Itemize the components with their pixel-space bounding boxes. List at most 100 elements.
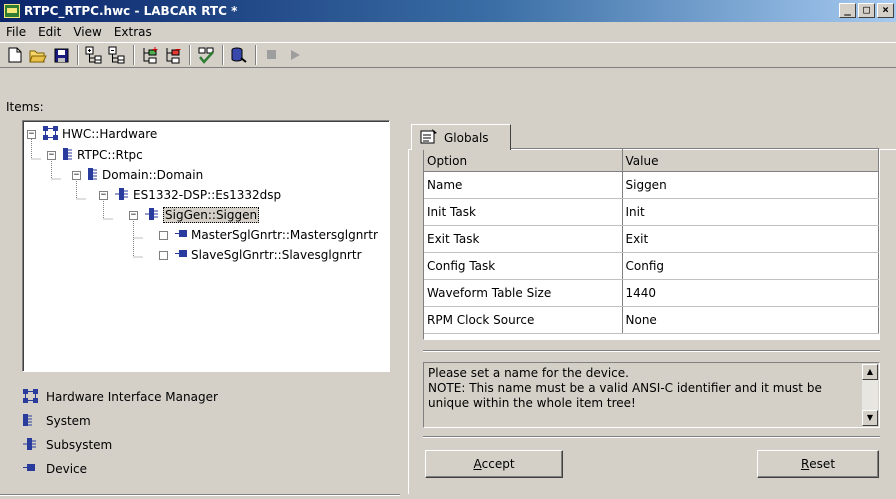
maximize-button[interactable]: □ [858, 3, 875, 18]
menu-edit[interactable]: Edit [38, 25, 61, 39]
value-cell[interactable]: Exit [622, 225, 879, 253]
subsystem-icon [144, 207, 160, 224]
reset-button[interactable]: Reset [757, 450, 879, 478]
accept-button[interactable]: Accept [425, 450, 563, 478]
hardware-icon [22, 388, 40, 407]
value-cell[interactable]: Config [622, 252, 879, 280]
options-grid[interactable]: Option Value Name Siggen Init Task Init … [423, 148, 880, 340]
device-icon [174, 228, 188, 242]
reset-accelerator: R [800, 457, 810, 471]
item-type-legend: Hardware Interface Manager System Subsys… [22, 385, 218, 481]
tree-node-rtpc[interactable]: − RTPC::Rtpc [47, 146, 143, 164]
value-cell[interactable]: Siggen [622, 171, 879, 199]
title-bar: RTPC_RTPC.hwc - LABCAR RTC * _ □ × [0, 0, 896, 22]
menu-file[interactable]: File [6, 25, 26, 39]
tree-node-slavesglgnrtr[interactable]: SlaveSglGnrtr::Slavesglgnrtr [159, 246, 362, 264]
tree-node-label: SigGen::Siggen [163, 207, 260, 223]
tree-node-label: Domain::Domain [102, 168, 204, 182]
save-icon[interactable] [50, 44, 72, 66]
value-cell[interactable]: Init [622, 198, 879, 226]
tree-node-es1332[interactable]: − ES1332-DSP::Es1332dsp [99, 186, 281, 204]
device-icon [174, 248, 188, 262]
expander-minus[interactable]: − [99, 190, 108, 200]
column-header-option[interactable]: Option [424, 149, 623, 172]
close-button[interactable]: × [877, 3, 894, 18]
expand-tree-icon[interactable] [83, 44, 105, 66]
value-cell[interactable]: None [622, 306, 879, 334]
scroll-up-icon[interactable]: ▲ [862, 364, 878, 380]
tab-label: Globals [444, 130, 489, 145]
tree-node-label: HWC::Hardware [62, 127, 158, 141]
description-line: Please set a name for the device. [428, 366, 629, 380]
divider [423, 436, 880, 438]
description-line: unique within the whole item tree! [428, 396, 636, 410]
accept-label: ccept [481, 457, 515, 471]
legend-device: Device [22, 457, 218, 481]
items-label: Items: [6, 100, 44, 114]
toolbar-separator [133, 45, 135, 65]
expander-minus[interactable]: − [27, 129, 36, 139]
tree-node-label: ES1332-DSP::Es1332dsp [133, 188, 282, 202]
toolbar-separator [189, 45, 191, 65]
table-row[interactable]: Name Siggen [424, 171, 879, 199]
description-line: NOTE: This name must be a valid ANSI-C i… [428, 381, 822, 395]
open-folder-icon[interactable] [27, 44, 49, 66]
option-cell: Name [424, 171, 623, 199]
menu-extras[interactable]: Extras [114, 25, 152, 39]
add-node-icon[interactable] [139, 44, 161, 66]
table-row[interactable]: Waveform Table Size 1440 [424, 279, 879, 307]
expander-minus[interactable]: − [47, 150, 56, 160]
option-cell: Waveform Table Size [424, 279, 623, 307]
expander-empty[interactable] [159, 230, 168, 240]
database-icon[interactable] [228, 44, 250, 66]
tree-node-label: MasterSglGnrtr::Mastersglgnrtr [191, 228, 378, 242]
system-icon [22, 413, 40, 430]
legend-label: Subsystem [46, 438, 113, 452]
minimize-button[interactable]: _ [839, 3, 856, 18]
grid-header-row: Option Value [424, 149, 879, 172]
expander-empty[interactable] [159, 250, 168, 260]
legend-hardware: Hardware Interface Manager [22, 385, 218, 409]
window-title: RTPC_RTPC.hwc - LABCAR RTC * [24, 4, 238, 18]
table-row[interactable]: RPM Clock Source None [424, 306, 879, 334]
menu-view[interactable]: View [73, 25, 101, 39]
tree-node-mastersglgnrtr[interactable]: MasterSglGnrtr::Mastersglgnrtr [159, 226, 378, 244]
toolbar [0, 42, 896, 68]
tree-node-label: SlaveSglGnrtr::Slavesglgnrtr [191, 248, 362, 262]
legend-label: Device [46, 462, 88, 476]
scroll-down-icon[interactable]: ▼ [862, 410, 878, 426]
tab-globals[interactable]: Globals [411, 124, 511, 150]
description-scrollbar[interactable]: ▲ ▼ [862, 364, 878, 426]
system-icon [62, 147, 74, 164]
option-cell: Config Task [424, 252, 623, 280]
tree-node-domain[interactable]: − Domain::Domain [72, 166, 203, 184]
menu-bar: File Edit View Extras [0, 22, 896, 42]
tree-node-siggen[interactable]: − SigGen::Siggen [129, 206, 260, 224]
option-cell: RPM Clock Source [424, 306, 623, 334]
tree-node-hardware[interactable]: − HWC::Hardware [27, 125, 157, 143]
table-row[interactable]: Exit Task Exit [424, 225, 879, 253]
legend-subsystem: Subsystem [22, 433, 218, 457]
expander-minus[interactable]: − [129, 210, 138, 220]
collapse-tree-icon[interactable] [106, 44, 128, 66]
stop-icon[interactable] [261, 44, 283, 66]
item-tree[interactable]: − HWC::Hardware − RTPC::Rtpc − Domain::D… [22, 120, 390, 372]
device-icon [22, 462, 40, 476]
value-cell[interactable]: 1440 [622, 279, 879, 307]
tree-node-label: RTPC::Rtpc [77, 148, 143, 162]
accept-accelerator: A [473, 457, 482, 471]
app-icon [4, 4, 20, 18]
legend-label: Hardware Interface Manager [46, 390, 218, 404]
table-row[interactable]: Config Task Config [424, 252, 879, 280]
check-icon[interactable] [195, 44, 217, 66]
subsystem-icon [22, 437, 40, 454]
window-controls: _ □ × [839, 3, 894, 18]
expander-minus[interactable]: − [72, 170, 81, 180]
column-header-value[interactable]: Value [622, 149, 879, 172]
legend-system: System [22, 409, 218, 433]
legend-label: System [46, 414, 91, 428]
table-row[interactable]: Init Task Init [424, 198, 879, 226]
new-file-icon[interactable] [4, 44, 26, 66]
remove-node-icon[interactable] [162, 44, 184, 66]
play-icon[interactable] [284, 44, 306, 66]
